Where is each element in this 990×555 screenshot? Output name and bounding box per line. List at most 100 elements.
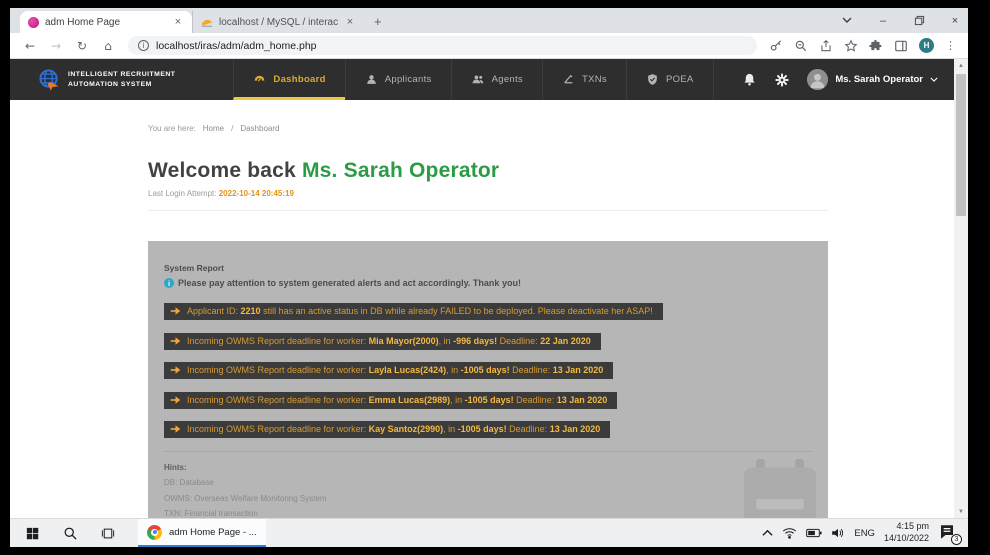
hints-section: Hints: DB: Database OWMS: Overseas Welfa… [164, 463, 812, 519]
window-restore-button[interactable] [912, 14, 926, 28]
volume-icon[interactable] [831, 527, 845, 539]
wifi-icon[interactable] [782, 527, 797, 539]
share-icon[interactable] [819, 39, 833, 53]
notifications-bell-icon[interactable] [742, 72, 757, 87]
page-title: Welcome back Ms. Sarah Operator [148, 159, 828, 183]
alert-row: Applicant ID: 2210 still has an active s… [164, 303, 812, 321]
windows-taskbar: adm Home Page - ... ENG 4:15 pm 14/10/20… [10, 518, 968, 547]
tab-strip: adm Home Page × localhost / MySQL / inte… [10, 8, 968, 33]
globe-logo-icon [38, 68, 61, 91]
tab-title: adm Home Page [45, 17, 166, 28]
bookmark-star-icon[interactable] [844, 39, 858, 53]
nav-item-txns[interactable]: TXNs [542, 59, 626, 100]
start-button[interactable] [22, 523, 42, 543]
breadcrumb-current[interactable]: Dashboard [240, 124, 279, 133]
app-logo[interactable]: INTELLIGENT RECRUITMENT AUTOMATION SYSTE… [10, 59, 205, 100]
battery-icon[interactable] [806, 528, 822, 538]
back-button[interactable]: ← [20, 39, 40, 53]
home-button[interactable]: ⌂ [98, 39, 118, 53]
nav-label: Dashboard [273, 74, 325, 85]
app-navbar: INTELLIGENT RECRUITMENT AUTOMATION SYSTE… [10, 59, 954, 100]
extensions-puzzle-icon[interactable] [869, 39, 883, 53]
browser-tab-active[interactable]: adm Home Page × [20, 11, 192, 33]
url-text: localhost/iras/adm/adm_home.php [156, 40, 317, 52]
brand-line1: INTELLIGENT RECRUITMENT [68, 70, 175, 79]
side-panel-icon[interactable] [894, 39, 908, 53]
action-center-button[interactable]: 3 [938, 523, 960, 543]
tab-title: localhost / MySQL / interactive / [219, 17, 338, 28]
system-report-card: System Report i Please pay attention to … [148, 241, 828, 518]
arrow-right-icon [170, 395, 181, 405]
arrow-right-icon [170, 424, 181, 434]
tab2-favicon-icon [201, 17, 213, 28]
alert-list: Applicant ID: 2210 still has an active s… [164, 303, 812, 439]
alert-row: Incoming OWMS Report deadline for worker… [164, 362, 812, 380]
breadcrumb-home-link[interactable]: Home [203, 124, 224, 133]
nav-label: Applicants [385, 74, 432, 85]
password-key-icon[interactable] [769, 39, 783, 53]
scrollbar-thumb[interactable] [956, 74, 966, 216]
user-menu[interactable]: Ms. Sarah Operator [807, 69, 938, 90]
scroll-down-icon[interactable]: ▼ [954, 505, 968, 518]
applicant-person-icon [365, 73, 378, 86]
taskbar-app-chrome[interactable]: adm Home Page - ... [138, 519, 266, 547]
arrow-right-icon [170, 306, 181, 316]
taskbar-app-title: adm Home Page - ... [169, 527, 257, 538]
clock[interactable]: 4:15 pm 14/10/2022 [884, 521, 929, 544]
last-login-value: 2022-10-14 20:45:19 [219, 189, 294, 198]
alert-banner: Incoming OWMS Report deadline for worker… [164, 333, 601, 350]
report-title: System Report [164, 263, 812, 273]
browser-profile-avatar[interactable]: H [919, 38, 934, 53]
forward-button[interactable]: → [46, 39, 66, 53]
notice-text: Please pay attention to system generated… [178, 278, 521, 288]
nav-item-poea[interactable]: POEA [626, 59, 714, 100]
nav-label: POEA [666, 74, 694, 85]
last-login-label: Last Login Attempt: [148, 189, 217, 198]
reload-button[interactable]: ↻ [72, 39, 92, 53]
user-name: Ms. Sarah Operator [835, 74, 923, 85]
alert-banner: Applicant ID: 2210 still has an active s… [164, 303, 663, 320]
window-minimize-button[interactable]: – [876, 14, 890, 28]
taskbar-search-icon[interactable] [60, 523, 80, 543]
new-tab-button[interactable]: + [374, 14, 382, 29]
chevron-down-icon [930, 77, 938, 82]
agents-people-icon [471, 73, 485, 86]
scroll-up-icon[interactable]: ▲ [954, 59, 968, 72]
zoom-icon[interactable] [794, 39, 808, 53]
task-view-icon[interactable] [98, 523, 118, 543]
tab-close-icon[interactable]: × [172, 16, 184, 28]
desktop-screen: adm Home Page × localhost / MySQL / inte… [10, 8, 968, 547]
settings-gear-icon[interactable] [774, 72, 790, 88]
nav-item-applicants[interactable]: Applicants [345, 59, 451, 100]
alert-row: Incoming OWMS Report deadline for worker… [164, 421, 812, 439]
breadcrumb-separator: / [231, 124, 233, 133]
alert-banner: Incoming OWMS Report deadline for worker… [164, 421, 610, 438]
arrow-right-icon [170, 365, 181, 375]
nav-label: Agents [492, 74, 523, 85]
nav-item-agents[interactable]: Agents [451, 59, 542, 100]
arrow-right-icon [170, 336, 181, 346]
tab-close-icon[interactable]: × [344, 16, 356, 28]
brand-line2: AUTOMATION SYSTEM [68, 80, 175, 89]
browser-tab-inactive[interactable]: localhost / MySQL / interactive / × [192, 11, 364, 33]
tab-search-icon[interactable] [840, 14, 854, 28]
browser-menu-icon[interactable]: ⋮ [945, 39, 956, 52]
hint-item: TXN: Financial transaction [164, 509, 812, 518]
page-info-icon[interactable]: i [138, 40, 149, 51]
system-tray: ENG 4:15 pm 14/10/2022 3 [762, 521, 968, 544]
language-indicator[interactable]: ENG [854, 528, 875, 539]
page-scrollbar[interactable]: ▲ ▼ [954, 59, 968, 518]
report-notice: i Please pay attention to system generat… [164, 278, 812, 288]
hints-title: Hints: [164, 463, 812, 472]
address-bar: ← → ↻ ⌂ i localhost/iras/adm/adm_home.ph… [10, 33, 968, 59]
section-divider [148, 210, 828, 211]
window-close-button[interactable]: × [948, 14, 962, 28]
notification-badge: 3 [951, 534, 962, 545]
alert-row: Incoming OWMS Report deadline for worker… [164, 333, 812, 351]
user-avatar [807, 69, 828, 90]
dashboard-icon [253, 73, 266, 86]
tray-chevron-up-icon[interactable] [762, 529, 773, 537]
breadcrumb-prefix: You are here: [148, 124, 196, 133]
url-field[interactable]: i localhost/iras/adm/adm_home.php [128, 36, 757, 55]
nav-item-dashboard[interactable]: Dashboard [233, 59, 344, 100]
